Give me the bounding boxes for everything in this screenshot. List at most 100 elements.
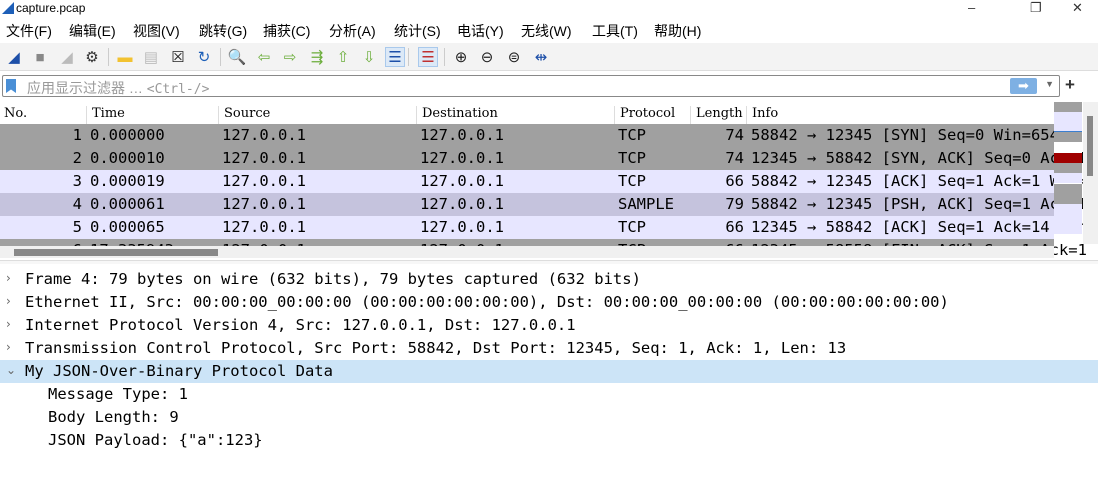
display-filter-bar[interactable]: 应用显示过滤器 … <Ctrl-/> ➡ ▼ — [2, 75, 1060, 97]
add-filter-button[interactable]: + — [1065, 75, 1075, 95]
toolbar-separator — [108, 48, 109, 66]
go-back-icon: ⇦ — [258, 48, 271, 66]
packet-list-horizontal-scrollbar[interactable] — [0, 246, 1054, 258]
zoom-reset-button[interactable]: ⊜ — [504, 47, 524, 67]
apply-filter-button[interactable]: ➡ — [1010, 78, 1037, 94]
start-capture-button[interactable]: ◢ — [4, 47, 24, 67]
menu-item[interactable]: 统计(S) — [394, 21, 441, 41]
detail-tree-item[interactable]: Message Type: 1 — [0, 383, 1098, 406]
menu-item[interactable]: 捕获(C) — [263, 21, 310, 41]
menu-item[interactable]: 分析(A) — [329, 21, 376, 41]
packet-minimap[interactable] — [1054, 102, 1082, 244]
packet-source: 127.0.0.1 — [222, 149, 306, 167]
packet-info: 58842 → 12345 [PSH, ACK] Seq=1 Ack=1 Win… — [751, 195, 1098, 213]
menu-bar: 文件(F) 编辑(E) 视图(V) 跳转(G) 捕获(C) 分析(A) 统计(S) 电话(Y)… — [0, 17, 1098, 43]
packet-details: ›Frame 4: 79 bytes on wire (632 bits), 7… — [0, 268, 1098, 452]
reload-file-icon: ↻ — [198, 48, 211, 66]
close-file-button[interactable]: ☒ — [168, 47, 188, 67]
zoom-in-icon: ⊕ — [455, 48, 468, 66]
auto-scroll-icon: ☰ — [388, 48, 401, 66]
menu-item[interactable]: 跳转(G) — [199, 21, 247, 41]
last-packet-icon: ⇩ — [363, 48, 376, 66]
pane-splitter[interactable] — [0, 260, 1098, 264]
colorize-button[interactable]: ☰ — [418, 47, 438, 67]
menu-item[interactable]: 编辑(E) — [69, 21, 116, 41]
packet-length: 66 — [690, 172, 744, 190]
menu-item[interactable]: 工具(T) — [592, 21, 638, 41]
expand-arrow-icon[interactable]: › — [6, 317, 11, 331]
find-packet-button[interactable]: 🔍 — [227, 47, 247, 67]
detail-tree-item[interactable]: JSON Payload: {"a":123} — [0, 429, 1098, 452]
detail-tree-item[interactable]: ›Internet Protocol Version 4, Src: 127.0… — [0, 314, 1098, 337]
table-row[interactable]: 50.000065127.0.0.1127.0.0.1TCP6612345 → … — [0, 216, 1054, 239]
main-toolbar: ◢ ■ ◢ ⚙ ▬ ▤ ☒ ↻ 🔍 ⇦ ⇨ ⇶ ⇧ ⇩ ☰ ☰ ⊕ ⊖ ⊜ ⇹ — [0, 43, 1098, 71]
packet-no: 5 — [0, 218, 82, 236]
detail-tree-item[interactable]: ›Ethernet II, Src: 00:00:00_00:00:00 (00… — [0, 291, 1098, 314]
open-file-button[interactable]: ▬ — [115, 47, 135, 67]
filter-history-dropdown[interactable]: ▼ — [1045, 79, 1054, 89]
save-file-button[interactable]: ▤ — [141, 47, 161, 67]
minimize-button[interactable]: – — [968, 0, 975, 15]
colorize-icon: ☰ — [421, 48, 434, 66]
first-packet-icon: ⇧ — [337, 48, 350, 66]
detail-tree-item[interactable]: ›Frame 4: 79 bytes on wire (632 bits), 7… — [0, 268, 1098, 291]
packet-info: 12345 → 58842 [ACK] Seq=1 Ack=14 Win=655… — [751, 218, 1098, 236]
packet-info: 12345 → 58842 [SYN, ACK] Seq=0 Ack=1 Win… — [751, 149, 1098, 167]
menu-item[interactable]: 视图(V) — [133, 21, 180, 41]
stop-capture-icon: ■ — [35, 49, 44, 66]
packet-protocol: SAMPLE — [618, 195, 674, 213]
packet-info: 58842 → 12345 [SYN] Seq=0 Win=65495 Len=… — [751, 126, 1098, 144]
reload-file-button[interactable]: ↻ — [194, 47, 214, 67]
packet-length: 66 — [690, 218, 744, 236]
packet-info: 58842 → 12345 [ACK] Seq=1 Ack=1 Win=6553… — [751, 172, 1098, 190]
packet-list-vertical-scrollbar[interactable] — [1083, 102, 1098, 244]
first-packet-button[interactable]: ⇧ — [333, 47, 353, 67]
detail-tree-item[interactable]: ⌄My JSON-Over-Binary Protocol Data — [0, 360, 1098, 383]
packet-protocol: TCP — [618, 149, 646, 167]
packet-no: 2 — [0, 149, 82, 167]
bookmark-icon[interactable] — [6, 79, 16, 93]
resize-columns-icon: ⇹ — [535, 48, 548, 66]
zoom-out-icon: ⊖ — [481, 48, 494, 66]
packet-time: 0.000000 — [90, 126, 165, 144]
packet-time: 0.000061 — [90, 195, 165, 213]
close-button[interactable]: ✕ — [1072, 0, 1083, 16]
table-row[interactable]: 30.000019127.0.0.1127.0.0.1TCP6658842 → … — [0, 170, 1054, 193]
capture-options-button[interactable]: ⚙ — [82, 47, 102, 67]
filter-input[interactable]: 应用显示过滤器 … <Ctrl-/> — [27, 78, 209, 98]
restore-button[interactable]: ❐ — [1030, 0, 1042, 16]
stop-capture-button[interactable]: ■ — [30, 47, 50, 67]
go-forward-button[interactable]: ⇨ — [280, 47, 300, 67]
packet-destination: 127.0.0.1 — [420, 126, 504, 144]
expand-arrow-icon[interactable]: › — [6, 271, 11, 285]
resize-columns-button[interactable]: ⇹ — [531, 47, 551, 67]
menu-item[interactable]: 帮助(H) — [654, 21, 701, 41]
table-row[interactable]: 20.000010127.0.0.1127.0.0.1TCP7412345 → … — [0, 147, 1054, 170]
table-row[interactable]: 40.000061127.0.0.1127.0.0.1SAMPLE7958842… — [0, 193, 1054, 216]
toolbar-separator — [408, 48, 409, 66]
title-bar: capture.pcap – ❐ ✕ — [0, 0, 1098, 17]
menu-item[interactable]: 文件(F) — [6, 21, 52, 41]
last-packet-button[interactable]: ⇩ — [359, 47, 379, 67]
menu-item[interactable]: 无线(W) — [521, 21, 572, 41]
packet-source: 127.0.0.1 — [222, 172, 306, 190]
zoom-out-button[interactable]: ⊖ — [477, 47, 497, 67]
table-row[interactable]: 10.000000127.0.0.1127.0.0.1TCP7458842 → … — [0, 124, 1054, 147]
detail-tree-item[interactable]: › Transmission Control Protocol, Src Port… — [0, 337, 1098, 360]
restart-capture-button[interactable]: ◢ — [57, 47, 77, 67]
zoom-in-button[interactable]: ⊕ — [451, 47, 471, 67]
detail-tree-item[interactable]: Body Length: 9 — [0, 406, 1098, 429]
go-back-button[interactable]: ⇦ — [254, 47, 274, 67]
restart-capture-icon: ◢ — [61, 48, 73, 66]
expand-arrow-icon[interactable]: › — [6, 340, 11, 354]
detail-text: Transmission Control Protocol, Src Port:… — [25, 339, 846, 357]
expand-arrow-icon[interactable]: › — [6, 294, 11, 308]
packet-protocol: TCP — [618, 126, 646, 144]
menu-item[interactable]: 电话(Y) — [457, 21, 504, 41]
find-packet-icon: 🔍 — [228, 48, 247, 66]
collapse-arrow-icon[interactable]: ⌄ — [6, 363, 16, 377]
packet-source: 127.0.0.1 — [222, 195, 306, 213]
go-to-packet-button[interactable]: ⇶ — [307, 47, 327, 67]
auto-scroll-button[interactable]: ☰ — [385, 47, 405, 67]
detail-text: JSON Payload: {"a":123} — [48, 431, 263, 449]
